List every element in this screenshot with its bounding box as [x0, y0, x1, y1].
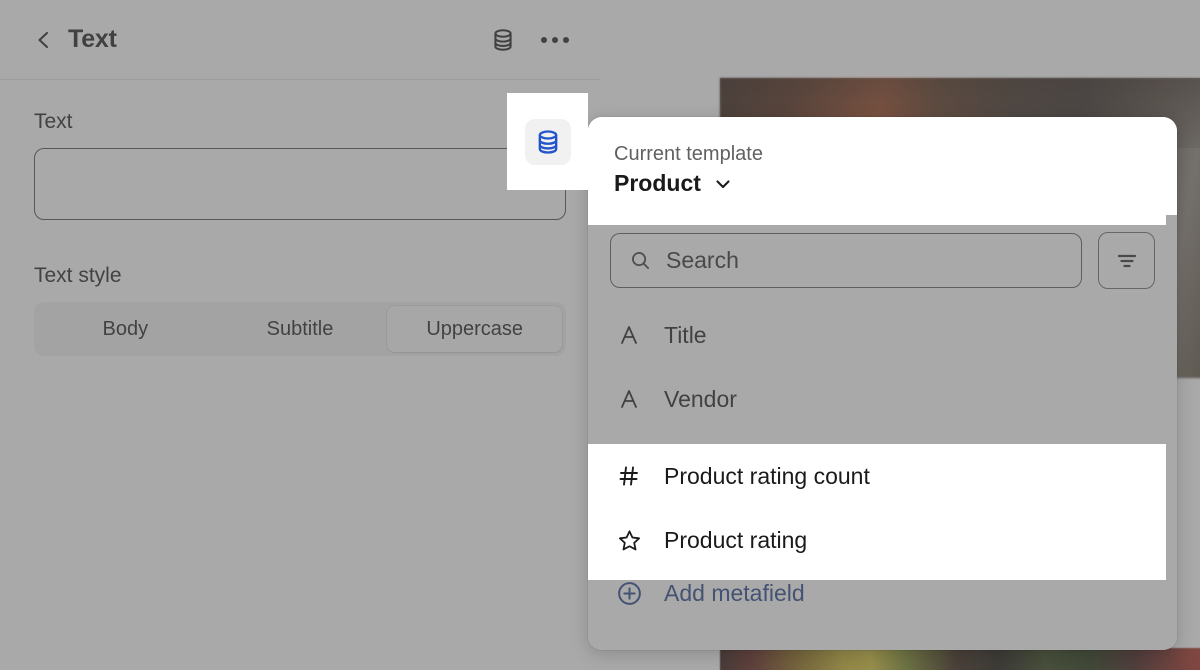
- spotlight-popover-header: Current template Product: [588, 117, 1166, 225]
- dynamic-source-button[interactable]: [486, 23, 520, 57]
- template-selector[interactable]: Product: [614, 170, 1151, 197]
- app-root: Text: [0, 0, 1200, 670]
- popover-header-bright: Current template Product: [588, 117, 1166, 215]
- chevron-left-icon: [34, 30, 54, 50]
- text-style-label: Text style: [34, 264, 566, 288]
- search-placeholder: Search: [666, 247, 739, 274]
- list-item-title[interactable]: Title: [588, 303, 1177, 367]
- template-name: Product: [614, 170, 701, 197]
- list-item-vendor[interactable]: Vendor: [588, 367, 1177, 431]
- filter-icon: [1115, 249, 1139, 273]
- text-style-option-body[interactable]: Body: [38, 306, 213, 352]
- spotlight-items-content: Product rating count Product rating: [588, 444, 1166, 572]
- text-field-label: Text: [34, 110, 566, 134]
- text-a-icon: [614, 323, 644, 347]
- hash-icon: [614, 464, 644, 488]
- star-icon: [614, 528, 644, 553]
- spacer: [34, 220, 566, 264]
- list-item-product-rating-bright[interactable]: Product rating: [588, 508, 1166, 572]
- dynamic-source-chip-button[interactable]: [525, 119, 571, 165]
- ellipsis-horizontal-icon: [541, 37, 569, 43]
- spotlight-rating-items: Product rating count Product rating: [588, 444, 1166, 580]
- text-style-segmented-control: Body Subtitle Uppercase: [34, 302, 566, 356]
- page-title: Text: [68, 25, 117, 54]
- chevron-down-icon: [713, 174, 733, 194]
- more-options-button[interactable]: [538, 23, 572, 57]
- filter-button[interactable]: [1098, 232, 1155, 289]
- search-icon: [629, 249, 652, 272]
- list-item-product-rating-count-bright[interactable]: Product rating count: [588, 444, 1166, 508]
- back-button[interactable]: [28, 24, 60, 56]
- list-item-label: Vendor: [664, 386, 737, 413]
- popover-search-row: Search: [588, 215, 1177, 303]
- text-style-option-subtitle[interactable]: Subtitle: [213, 306, 388, 352]
- list-item-label: Product rating count: [664, 463, 870, 490]
- search-input[interactable]: Search: [610, 233, 1082, 288]
- sidebar-header: Text: [0, 0, 600, 80]
- sidebar-header-actions: [486, 23, 572, 57]
- text-style-option-uppercase[interactable]: Uppercase: [387, 306, 562, 352]
- list-item-label: Title: [664, 322, 707, 349]
- database-icon: [490, 27, 516, 53]
- spotlight-dynamic-source: [507, 93, 588, 190]
- database-icon: [534, 128, 562, 156]
- spotlight-header-content: Current template Product: [588, 117, 1166, 215]
- current-template-label: Current template: [614, 143, 1151, 166]
- plus-circle-icon: [614, 580, 644, 607]
- text-a-icon: [614, 387, 644, 411]
- product-photo-bottom: [720, 648, 1200, 670]
- text-input[interactable]: [34, 148, 566, 220]
- list-item-label: Product rating: [664, 527, 807, 554]
- add-metafield-label: Add metafield: [664, 580, 805, 607]
